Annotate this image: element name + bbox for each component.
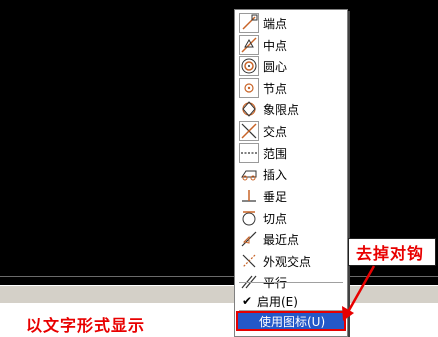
menu-item-quadrant[interactable]: 象限点	[237, 98, 345, 120]
menu-item-label: 最近点	[263, 232, 300, 247]
endpoint-icon	[239, 13, 259, 33]
extension-icon	[239, 143, 259, 163]
menu-separator	[239, 310, 343, 311]
menu-item-perpendicular[interactable]: 垂足	[237, 185, 345, 207]
node-icon	[239, 78, 259, 98]
menu-item-nearest[interactable]: 最近点	[237, 228, 345, 250]
quadrant-icon	[239, 99, 259, 119]
canvas-divider	[0, 276, 438, 277]
menu-item-extension[interactable]: 范围	[237, 142, 345, 164]
menu-item-apparent-intersection[interactable]: 外观交点	[237, 250, 345, 272]
menu-item-label: 使用图标(U)	[259, 314, 326, 329]
menu-separator	[239, 282, 343, 283]
menu-item-endpoint[interactable]: 端点	[237, 12, 345, 34]
menu-item-center[interactable]: 圆心	[237, 55, 345, 77]
menu-item-enable[interactable]: ✔ 启用(E)	[237, 290, 345, 312]
menu-item-label: 范围	[263, 146, 288, 161]
menu-item-node[interactable]: 节点	[237, 77, 345, 99]
nearest-icon	[239, 229, 259, 249]
caption-text: 以文字形式显示	[26, 316, 146, 335]
annotation-text: 去掉对钩	[356, 244, 425, 263]
intersection-icon	[239, 121, 259, 141]
tangent-icon	[239, 208, 259, 228]
midpoint-icon	[239, 35, 259, 55]
menu-item-label: 端点	[263, 16, 288, 31]
perpendicular-icon	[239, 186, 259, 206]
menu-item-label: 插入	[263, 167, 288, 182]
center-icon	[239, 56, 259, 76]
menu-item-label: 象限点	[263, 102, 300, 117]
menu-item-label: 节点	[263, 81, 288, 96]
status-bar	[0, 285, 438, 304]
menu-item-label: 垂足	[263, 189, 288, 204]
menu-item-label: 切点	[263, 211, 288, 226]
menu-item-label: 交点	[263, 124, 288, 139]
apparent-intersection-icon	[239, 251, 259, 271]
menu-item-label: 圆心	[263, 59, 288, 74]
osnap-context-menu: 端点 中点 圆心 节点 象限点 交点 范围 插入 垂足 切点 最近点 外观交点 …	[234, 9, 348, 337]
checkmark-icon: ✔	[241, 294, 253, 308]
insertion-icon	[239, 164, 259, 184]
menu-item-use-icons[interactable]: 使用图标(U)	[236, 311, 346, 331]
menu-item-midpoint[interactable]: 中点	[237, 34, 345, 56]
menu-item-intersection[interactable]: 交点	[237, 120, 345, 142]
menu-item-label: 外观交点	[263, 254, 312, 269]
menu-item-insertion[interactable]: 插入	[237, 163, 345, 185]
menu-item-label: 启用(E)	[257, 294, 298, 309]
menu-item-tangent[interactable]: 切点	[237, 207, 345, 229]
menu-item-label: 中点	[263, 38, 288, 53]
